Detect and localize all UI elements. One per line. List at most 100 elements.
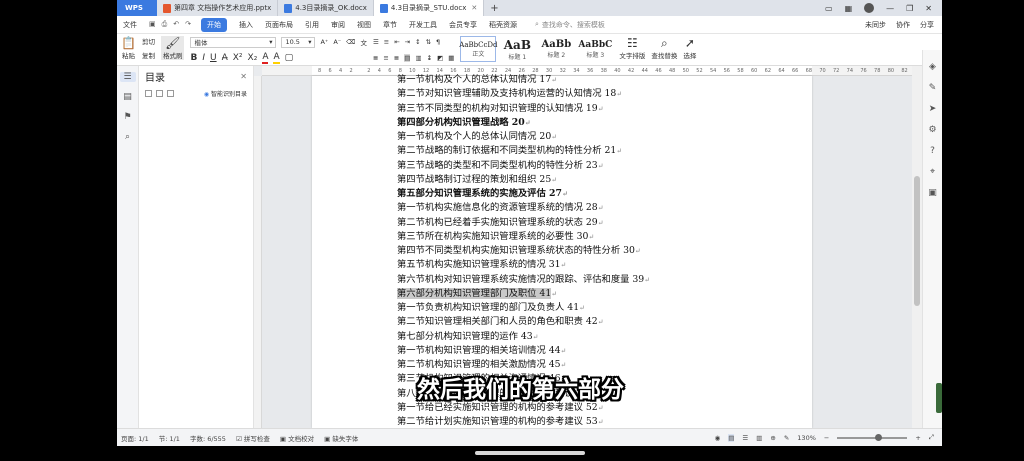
expand-icon[interactable]: [145, 90, 152, 97]
line-spacing-icon[interactable]: ↨: [427, 54, 432, 62]
style-icon[interactable]: ◈: [929, 62, 936, 72]
tab-docer[interactable]: 稻壳资源: [489, 20, 517, 30]
tab-review[interactable]: 审阅: [331, 20, 345, 30]
tab-page-layout[interactable]: 页面布局: [265, 20, 293, 30]
distribute-icon[interactable]: ▥: [415, 54, 421, 62]
page-count[interactable]: 页面: 1/1: [121, 433, 149, 443]
format-painter-button[interactable]: 🖌 格式刷: [160, 36, 185, 60]
phonetic-icon[interactable]: 文: [360, 37, 367, 47]
tab-developer[interactable]: 开发工具: [409, 20, 437, 30]
tab-insert[interactable]: 插入: [239, 20, 253, 30]
avatar[interactable]: [864, 3, 875, 13]
style-heading-2[interactable]: AaBb 标题 2: [538, 36, 574, 62]
toc-line[interactable]: 第三节不同类型的机构对知识管理的认知情况 19↵: [397, 100, 604, 114]
home-indicator[interactable]: [475, 451, 585, 455]
grid-icon[interactable]: ▦: [845, 4, 853, 13]
tab-view[interactable]: 视图: [357, 20, 371, 30]
toc-line[interactable]: 第三节所在机构实施知识管理系统的必要性 30↵: [397, 228, 594, 242]
toc-line[interactable]: 第一节机构实施信息化的资源管理系统的情况 28↵: [397, 199, 604, 213]
page-view-icon[interactable]: ▤: [728, 433, 735, 442]
align-right-icon[interactable]: ≣: [394, 54, 399, 62]
italic-button[interactable]: I: [202, 53, 205, 63]
menu-file[interactable]: 文件: [123, 20, 137, 30]
text-direction-icon[interactable]: ↕: [415, 38, 420, 46]
bullets-icon[interactable]: ☰: [373, 38, 379, 46]
tab-ppt[interactable]: 第四章 文档操作艺术应用.pptx: [157, 0, 279, 16]
print-icon[interactable]: ⎙: [162, 20, 168, 29]
shading-icon[interactable]: ◩: [437, 54, 443, 62]
align-center-icon[interactable]: ≡: [383, 54, 388, 62]
collab-button[interactable]: 协作: [896, 20, 910, 30]
shrink-font-icon[interactable]: A⁻: [333, 38, 341, 46]
collapse-icon[interactable]: [156, 90, 163, 97]
tab-references[interactable]: 引用: [305, 20, 319, 30]
bold-button[interactable]: B: [190, 53, 197, 63]
chapter-icon[interactable]: ▤: [123, 92, 132, 102]
numbering-icon[interactable]: ≡: [384, 38, 389, 46]
zoom-out-icon[interactable]: −: [824, 434, 829, 442]
toc-line[interactable]: 第七部分机构知识管理的运作 43↵: [397, 328, 539, 342]
toc-line[interactable]: 第二节知识管理相关部门和人员的角色和职责 42↵: [397, 313, 604, 327]
sync-button[interactable]: 未同步: [865, 20, 886, 30]
pen-view-icon[interactable]: ✎: [784, 434, 789, 442]
show-marks-icon[interactable]: ¶: [436, 38, 440, 46]
underline-button[interactable]: U: [210, 53, 217, 63]
toc-line[interactable]: 第二节给计划实施知识管理的机构的参考建议 53↵: [397, 413, 604, 427]
eye-icon[interactable]: ◉: [715, 434, 721, 442]
fit-icon[interactable]: ⤢: [929, 433, 934, 442]
tab-member[interactable]: 会员专享: [449, 20, 477, 30]
word-count[interactable]: 字数: 6/555: [190, 433, 226, 443]
close-icon[interactable]: ✕: [471, 4, 477, 12]
wps-home-tab[interactable]: WPS: [117, 0, 157, 16]
bookmark-icon[interactable]: ⚑: [123, 112, 131, 122]
toc-line[interactable]: 第一节机构知识管理的相关培训情况 44↵: [397, 342, 566, 356]
toc-line[interactable]: 第一节机构及个人的总体认知情况 17↵: [397, 71, 557, 85]
decrease-indent-icon[interactable]: ⇤: [394, 38, 399, 46]
toc-line[interactable]: 第五节机构实施知识管理系统的情况 31↵: [397, 256, 566, 270]
font-size-select[interactable]: 10.5 ▾: [281, 36, 316, 48]
level-icon[interactable]: [167, 90, 174, 97]
toc-line[interactable]: 第六部分机构知识管理部门及职位 41↵: [397, 285, 557, 299]
strike-icon[interactable]: A̶: [222, 53, 228, 63]
toc-line[interactable]: 第二节战略的制订依据和不同类型机构的特性分析 21↵: [397, 142, 622, 156]
clear-format-icon[interactable]: ⌫: [346, 38, 355, 46]
increase-indent-icon[interactable]: ⇥: [405, 38, 410, 46]
toc-line[interactable]: 第六节机构对知识管理系统实施情况的跟踪、评估和度量 39↵: [397, 271, 650, 285]
scrollbar-thumb[interactable]: [914, 176, 920, 306]
redo-icon[interactable]: ↷: [185, 20, 191, 29]
share-button[interactable]: 分享: [920, 20, 934, 30]
font-family-select[interactable]: 楷体 ▾: [190, 36, 277, 48]
zoom-knob[interactable]: [875, 433, 883, 441]
minimize-icon[interactable]: —: [886, 4, 894, 13]
help-icon[interactable]: ?: [930, 146, 935, 156]
sort-icon[interactable]: ⇅: [426, 38, 431, 46]
location-icon[interactable]: ⌖: [930, 167, 935, 177]
align-left-icon[interactable]: ≣: [373, 54, 378, 62]
side-handle[interactable]: [936, 383, 942, 413]
proofread-button[interactable]: ▣ 文档校对: [280, 433, 314, 443]
restore-icon[interactable]: ❐: [906, 4, 913, 13]
web-view-icon[interactable]: ⊕: [770, 434, 775, 442]
justify-icon[interactable]: ▤: [404, 54, 411, 62]
zoom-level[interactable]: 130%: [797, 434, 816, 442]
font-color-icon[interactable]: A: [262, 52, 269, 64]
settings-icon[interactable]: ⚙: [928, 125, 936, 135]
find-replace-button[interactable]: ⌕ 查找替换: [651, 36, 677, 60]
section-count[interactable]: 节: 1/1: [159, 433, 180, 443]
highlight-icon[interactable]: A: [273, 52, 280, 64]
spell-check-button[interactable]: ☑ 拼写检查: [236, 433, 270, 443]
copy-button[interactable]: 复制: [142, 50, 155, 60]
horizontal-ruler[interactable]: 8 6 4 2 2 4 6 8 10 12 14 16 18 20 22 24 26 28 30 32 34 36 38 40…: [262, 66, 912, 76]
tab-doc-ok[interactable]: 4.3目录摘录_OK.docx: [278, 0, 374, 16]
toc-line[interactable]: 第四节战略制订过程的策划和组织 25↵: [397, 171, 557, 185]
pen-icon[interactable]: ✎: [929, 83, 937, 93]
subscript-icon[interactable]: X₂: [248, 53, 258, 63]
missing-font-button[interactable]: ▣ 缺失字体: [324, 433, 358, 443]
search-icon[interactable]: ⌕: [125, 132, 130, 142]
outline-view-icon[interactable]: ☰: [742, 434, 748, 442]
layout-icon[interactable]: ▭: [825, 4, 833, 13]
borders-icon[interactable]: ▦: [448, 54, 454, 62]
close-window-icon[interactable]: ✕: [925, 4, 932, 13]
new-tab-button[interactable]: +: [490, 3, 498, 14]
backup-icon[interactable]: ▣: [928, 188, 937, 198]
